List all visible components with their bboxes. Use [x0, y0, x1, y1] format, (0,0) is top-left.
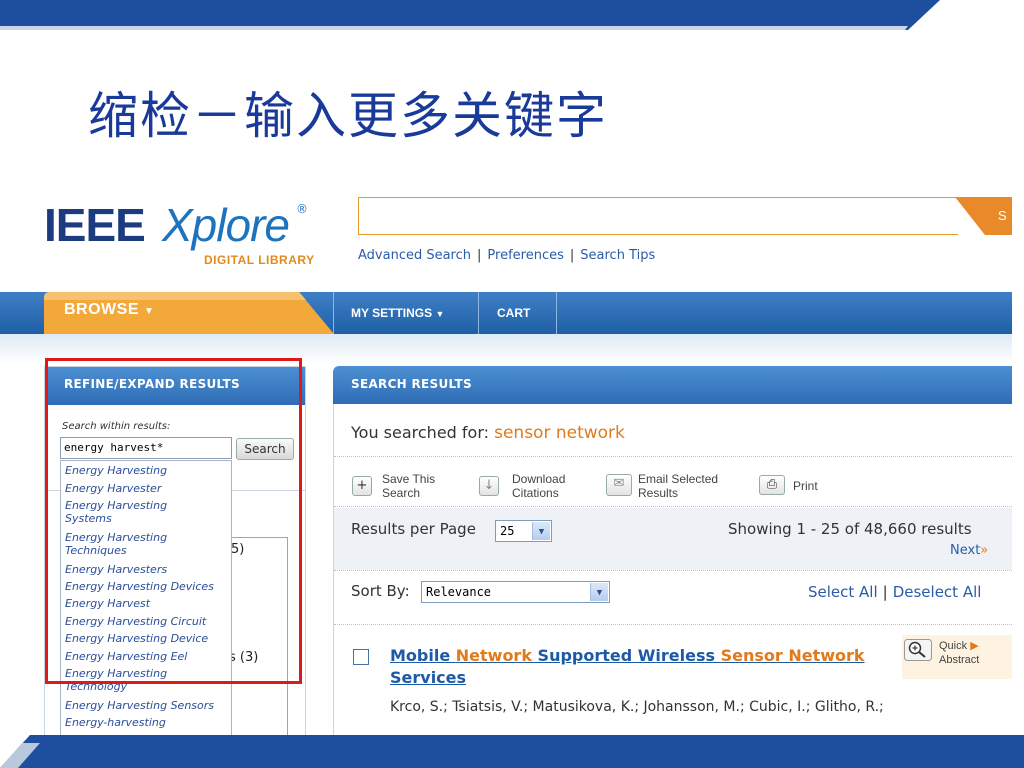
link-separator: | [477, 248, 482, 263]
divider [334, 456, 1012, 457]
email-label-1: Email Selected [638, 472, 719, 486]
advanced-search-link[interactable]: Advanced Search [358, 248, 471, 263]
title-part: Mobile [390, 646, 456, 665]
save-search-label-2: Search [382, 486, 421, 500]
chevron-down-icon: ▼ [532, 522, 550, 540]
autocomplete-item[interactable]: Energy-harvesting [65, 716, 231, 729]
selection-links: Select All | Deselect All [808, 583, 981, 601]
divider [334, 506, 1012, 507]
title-part-highlight: Sensor Network [720, 646, 865, 665]
sort-by-label: Sort By: [351, 582, 410, 600]
next-page-link[interactable]: Next» [950, 543, 988, 558]
main-search-button-label: S [998, 208, 1007, 223]
print-icon[interactable]: ⎙ [759, 475, 785, 495]
logo-ieee-text: IEEE [44, 199, 146, 251]
results-per-page-label: Results per Page [351, 520, 476, 538]
my-settings-label: MY SETTINGS [351, 306, 433, 320]
nav-separator [478, 292, 479, 334]
next-arrow-icon: » [980, 543, 989, 558]
quick-label: Quick [939, 640, 968, 652]
nav-separator [333, 292, 334, 334]
logo-digital-library: DIGITAL LIBRARY [204, 253, 315, 267]
save-search-button[interactable]: Save This Search [382, 472, 435, 500]
divider [334, 570, 1012, 571]
searched-for: You searched for: sensor network [351, 423, 625, 443]
main-search-input[interactable] [358, 197, 958, 235]
result-authors: Krco, S.; Tsiatsis, V.; Matusikova, K.; … [390, 699, 884, 715]
divider [334, 624, 1012, 625]
results-per-page-select[interactable]: 25 ▼ [495, 520, 552, 542]
searched-term: sensor network [494, 423, 625, 443]
abstract-label: Abstract [939, 654, 980, 666]
chevron-down-icon: ▼ [590, 583, 608, 601]
logo-registered-mark: ® [296, 202, 308, 216]
ieee-xplore-logo[interactable]: IEEE Xplore ® DIGITAL LIBRARY [44, 198, 344, 278]
download-label-1: Download [512, 472, 566, 486]
logo-xplore-text: Xplore [162, 199, 290, 251]
email-results-button[interactable]: Email Selected Results [638, 472, 718, 500]
title-part-highlight: Network [455, 646, 532, 665]
results-panel-title: SEARCH RESULTS [351, 377, 472, 391]
title-part: Supported Wireless [531, 646, 721, 665]
result-checkbox[interactable] [353, 649, 369, 665]
save-search-label-1: Save This [382, 472, 436, 486]
result-title-link[interactable]: Mobile Network Supported Wireless Sensor… [390, 645, 890, 689]
autocomplete-item[interactable]: Energy Harvesting Sensors [65, 699, 231, 712]
highlight-box [45, 358, 302, 684]
search-tips-link[interactable]: Search Tips [580, 248, 655, 263]
quick-abstract-label[interactable]: Quick ▶ Abstract [939, 639, 979, 667]
deselect-all-link[interactable]: Deselect All [893, 583, 982, 601]
preferences-link[interactable]: Preferences [487, 248, 563, 263]
cart-link[interactable]: CART [497, 292, 530, 334]
email-icon[interactable]: ✉ [606, 474, 632, 496]
browse-label: BROWSE [64, 301, 139, 318]
select-all-link[interactable]: Select All [808, 583, 878, 601]
title-part: Services [390, 668, 467, 687]
slide-bottom-band [0, 735, 1024, 768]
sort-by-value: Relevance [426, 585, 492, 599]
next-label: Next [950, 543, 981, 558]
nav-separator [556, 292, 557, 334]
my-settings-menu[interactable]: MY SETTINGS ▼ [351, 292, 444, 334]
browse-menu[interactable]: BROWSE ▼ [64, 301, 154, 319]
results-count: Showing 1 - 25 of 48,660 results [728, 520, 972, 538]
link-separator: | [569, 248, 575, 263]
sort-by-select[interactable]: Relevance ▼ [421, 581, 610, 603]
magnify-plus-icon[interactable] [904, 639, 932, 661]
arrow-right-icon: ▶ [970, 640, 979, 652]
results-options-bar [334, 508, 1012, 570]
xplore-screenshot: IEEE Xplore ® DIGITAL LIBRARY S Advanced… [0, 180, 1012, 738]
download-label-2: Citations [512, 486, 559, 500]
slide-title: 缩检－输入更多关键字 [88, 87, 608, 145]
browse-dropdown-icon: ▼ [143, 306, 155, 317]
download-citations-button[interactable]: Download Citations [512, 472, 565, 500]
save-search-icon[interactable]: + [352, 476, 372, 496]
searched-for-label: You searched for: [351, 423, 490, 442]
download-icon[interactable]: ↓ [479, 476, 499, 496]
slide-top-band [0, 0, 1024, 30]
results-per-page-value: 25 [500, 524, 515, 538]
print-button[interactable]: Print [793, 479, 818, 493]
link-separator: | [882, 583, 888, 601]
email-label-2: Results [638, 486, 679, 500]
my-settings-dropdown-icon: ▼ [435, 309, 445, 319]
header-links: Advanced Search | Preferences | Search Tips [358, 248, 655, 263]
